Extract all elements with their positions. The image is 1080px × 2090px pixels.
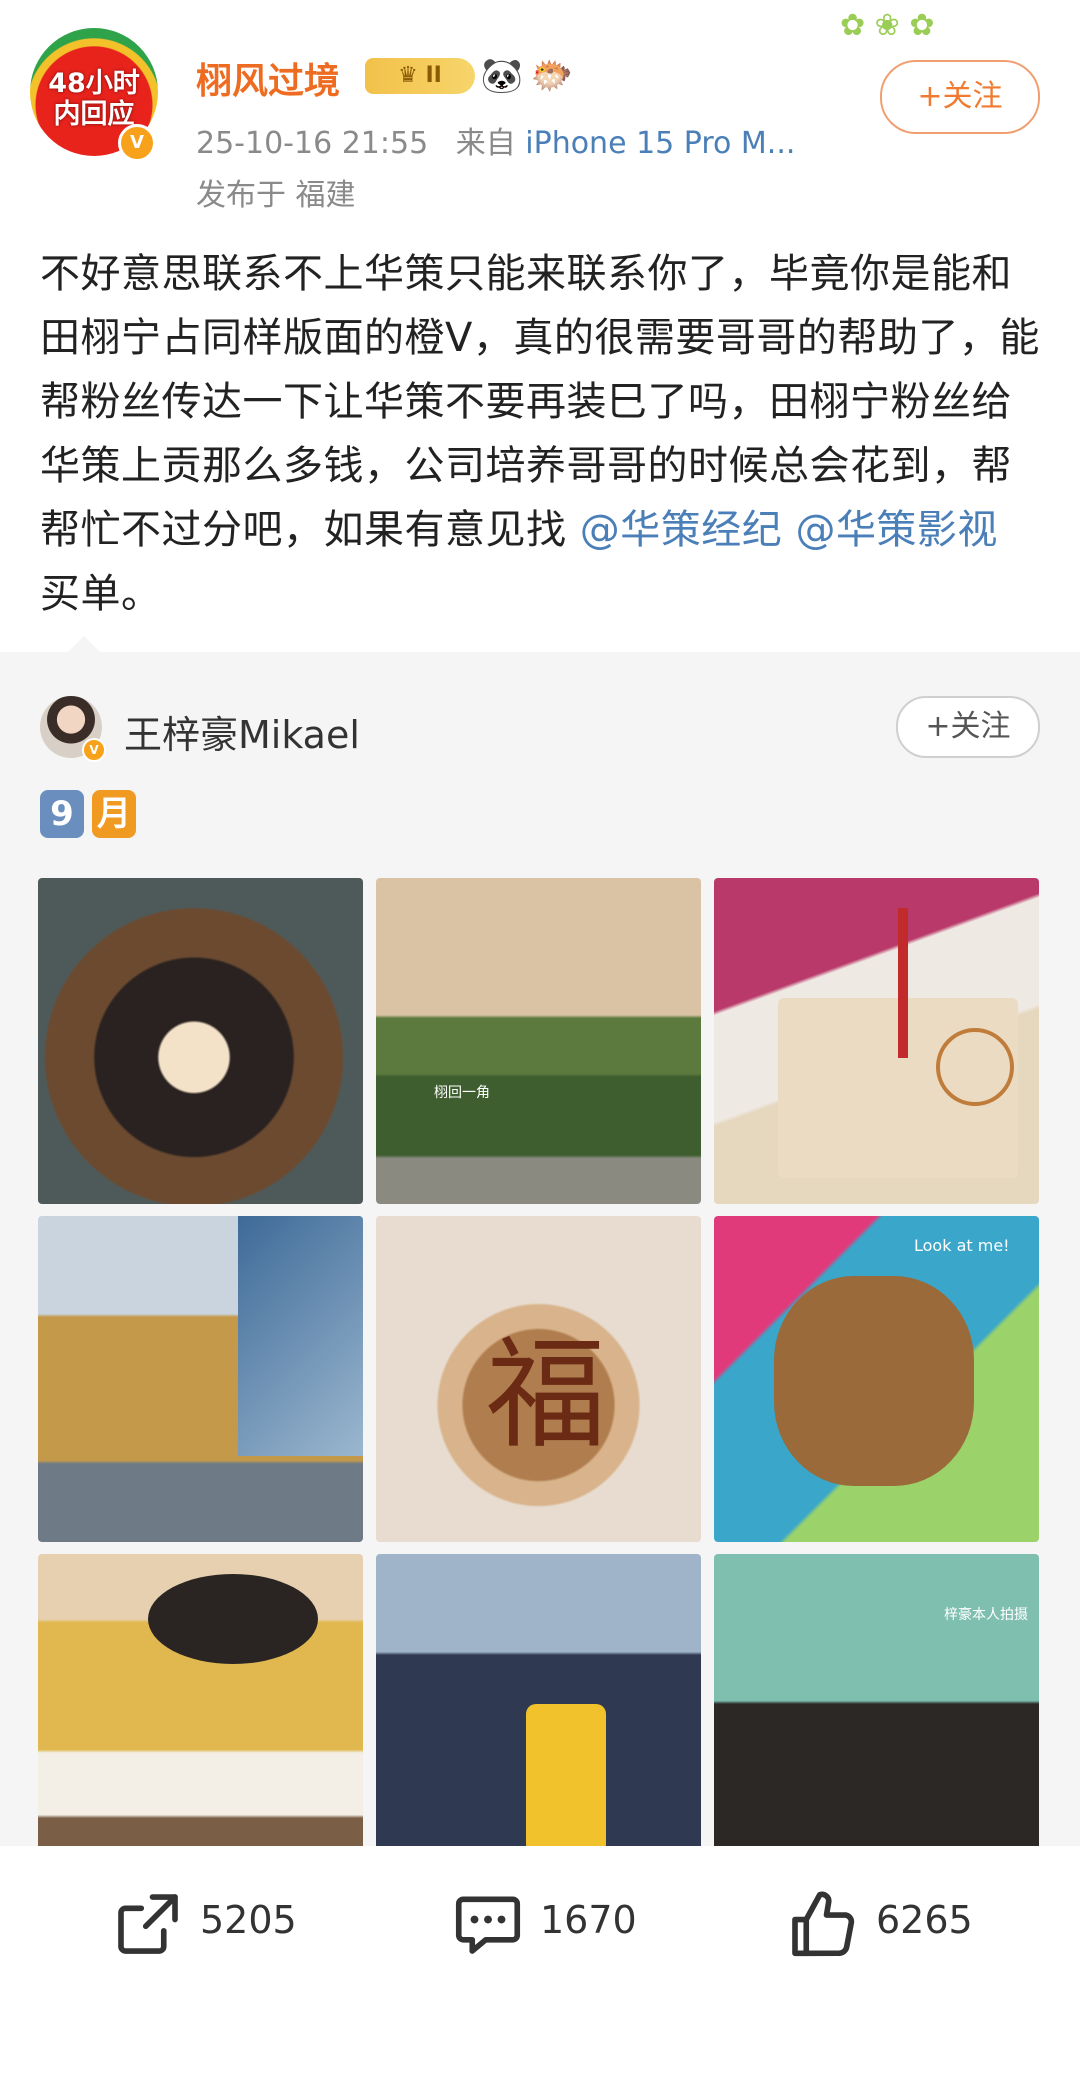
photo-caption: 栩回一角 (434, 1085, 490, 1101)
month-digit-chip: 9 (40, 790, 84, 838)
action-bar (0, 1846, 1080, 2090)
like-count: 6265 (876, 1898, 973, 1942)
photo-cat-on-bed[interactable] (38, 1554, 363, 1880)
photo-birthday-cake[interactable] (714, 878, 1039, 1204)
post-body: 不好意思联系不上华策只能来联系你了，毕竟你是能和田栩宁占同样版面的橙V，真的很需… (40, 242, 1040, 626)
quoted-follow-button[interactable]: +关注 (896, 696, 1040, 758)
quote-pointer (66, 636, 102, 654)
decorative-sticker: ✿ ❀ ✿ (840, 8, 935, 43)
repost-count: 5205 (200, 1898, 297, 1942)
like-icon[interactable] (786, 1888, 858, 1960)
panda-icon: 🐼 (480, 56, 524, 96)
verified-icon: V (82, 738, 106, 762)
source-device[interactable]: iPhone 15 Pro M... (525, 126, 795, 161)
mention-huace-agency[interactable]: @华策经纪 (580, 507, 783, 553)
photo-lego-dog[interactable]: Look at me! (714, 1216, 1039, 1542)
share-icon[interactable] (112, 1888, 184, 1960)
photo-basketball-billboard[interactable] (376, 1554, 701, 1880)
photo-caption: 梓豪本人拍摄 (944, 1607, 1028, 1623)
post-location: 发布于 福建 (196, 178, 356, 213)
fish-icon: 🐡 (530, 56, 574, 96)
verified-icon: V (118, 124, 156, 162)
photo-lotus-pond[interactable]: 栩回一角 (376, 878, 701, 1204)
post-timestamp: 25-10-16 21:55 (196, 126, 429, 161)
photo-city-buildings[interactable] (38, 1216, 363, 1542)
quoted-author-name[interactable]: 王梓豪Mikael (124, 704, 360, 759)
mention-huace-film[interactable]: @华策影视 (795, 507, 998, 553)
post-meta: 25-10-16 21:55 来自 iPhone 15 Pro M... (196, 118, 795, 162)
month-char-chip: 月 (92, 790, 136, 838)
photo-caption: Look at me! (914, 1236, 1010, 1255)
crown-icon: ♛ (398, 63, 426, 88)
post-text-tail: 买单。 (40, 571, 162, 617)
source-prefix: 来自 (455, 126, 516, 161)
photo-shiba-dog[interactable] (38, 878, 363, 1204)
author-name[interactable]: 栩风过境 (196, 52, 340, 104)
comment-count: 1670 (540, 1898, 637, 1942)
vip-level: II (425, 63, 442, 88)
comment-icon[interactable] (452, 1888, 524, 1960)
follow-button[interactable]: +关注 (880, 60, 1040, 134)
avatar-text-line1: 48小时 (48, 68, 140, 99)
photo-latte-art[interactable]: 福 (376, 1216, 701, 1542)
vip-badge: ♛ II (365, 58, 475, 94)
photo-sleeping-dog[interactable]: 梓豪本人拍摄 (714, 1554, 1039, 1880)
